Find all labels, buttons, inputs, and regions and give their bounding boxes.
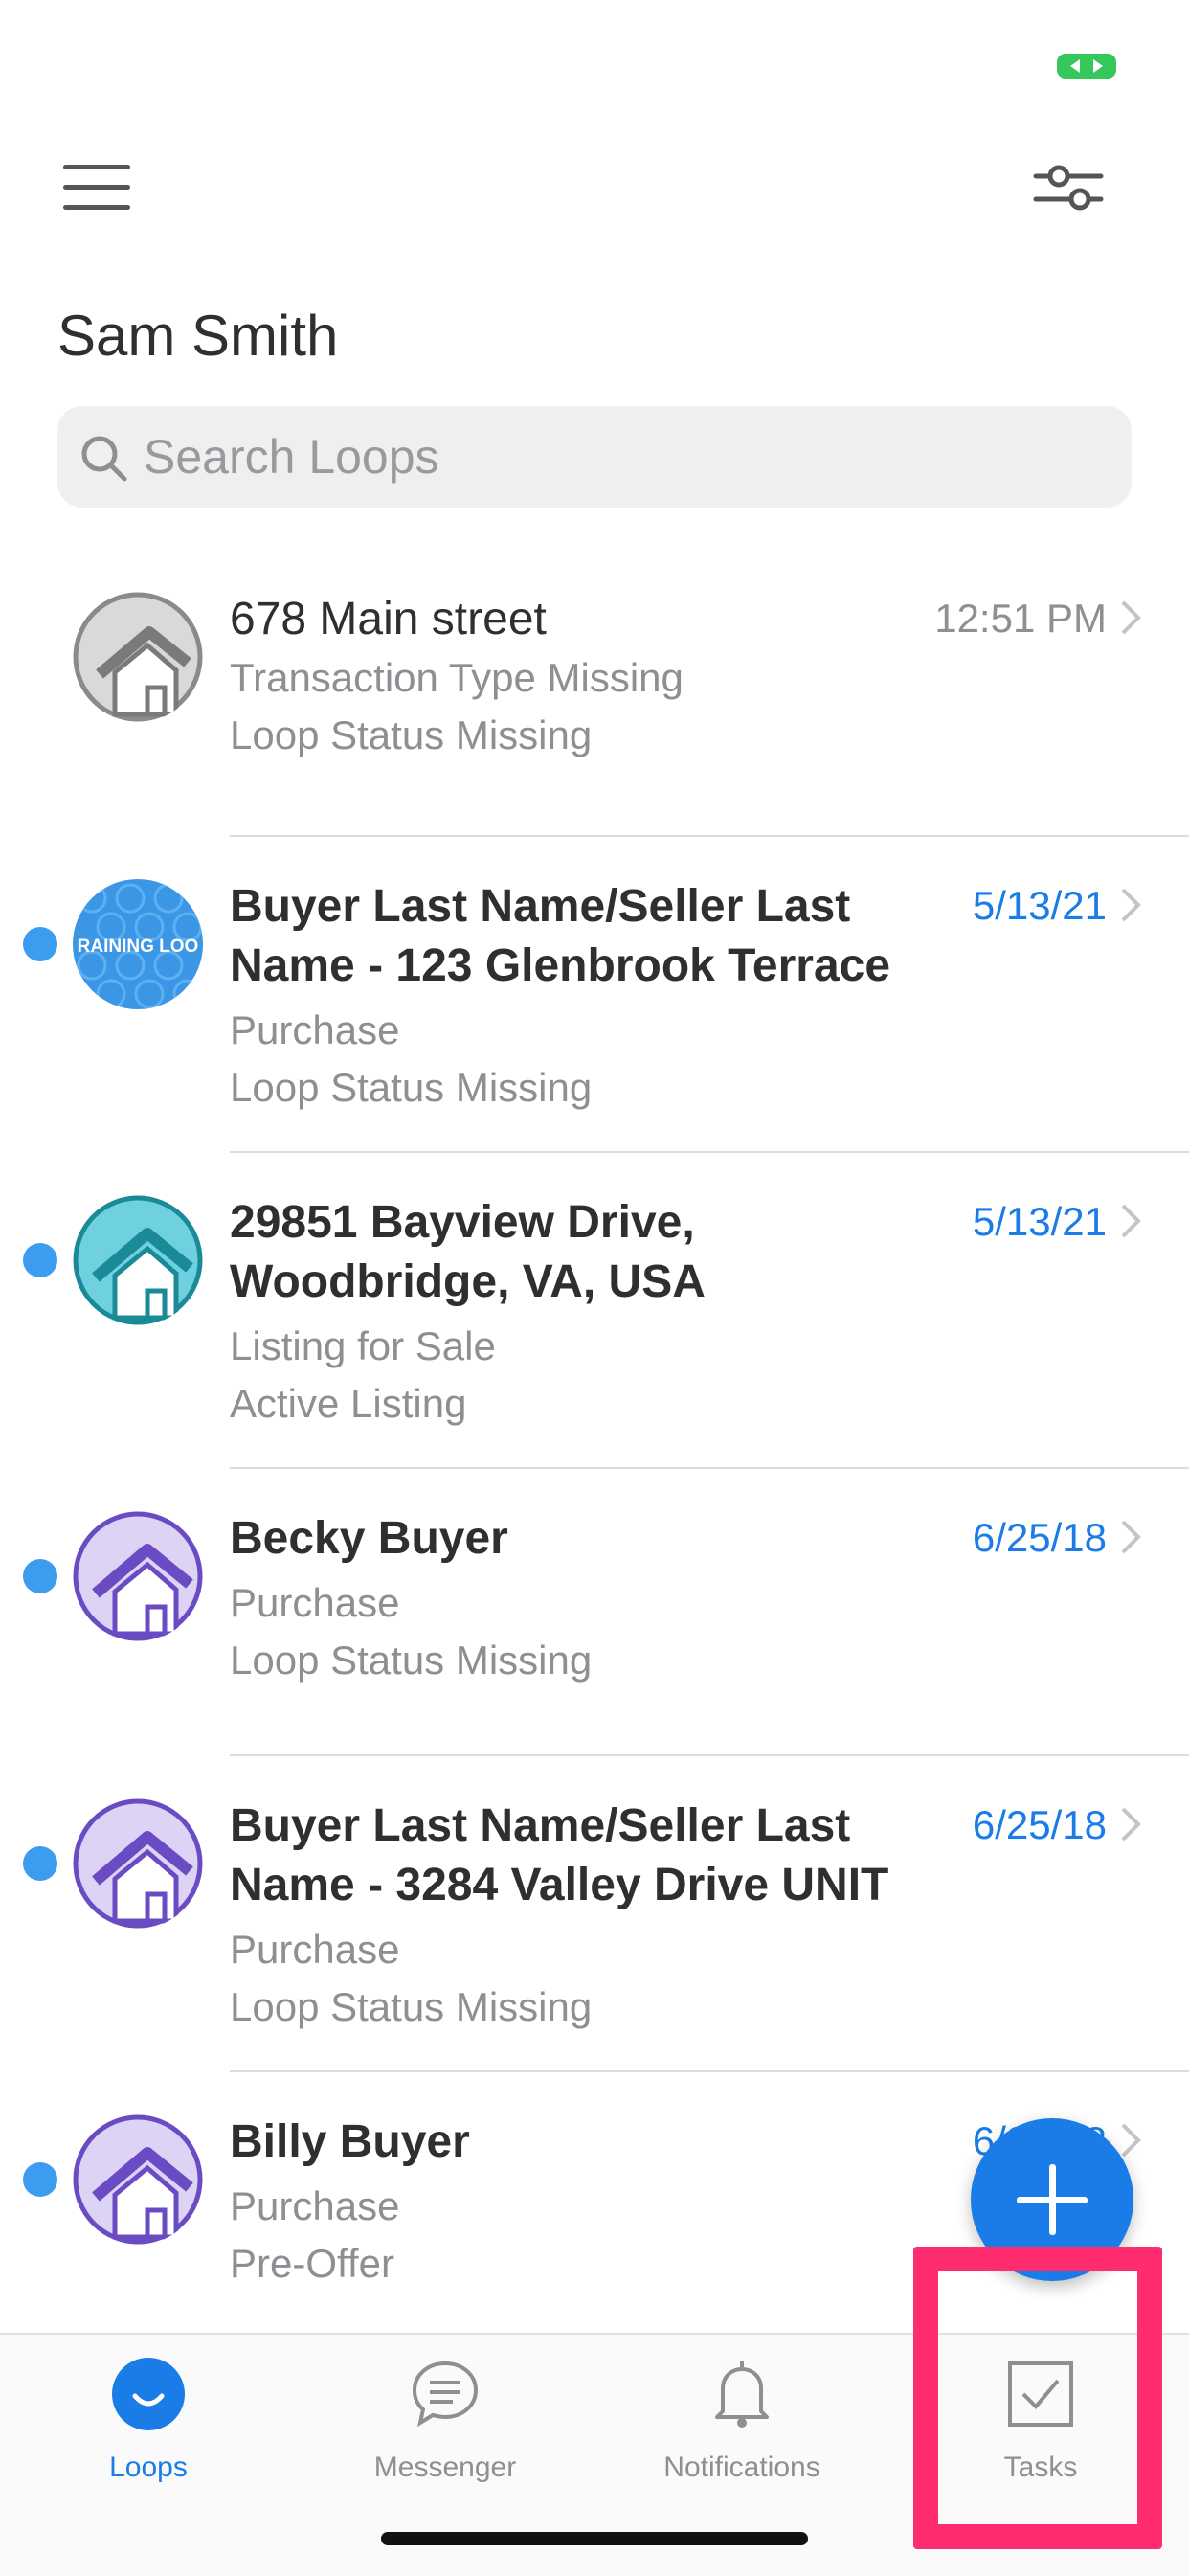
bell-icon xyxy=(715,2361,769,2428)
training-loop-badge: RAINING LOO xyxy=(73,879,203,1009)
unread-dot xyxy=(23,1559,57,1593)
loop-title: Buyer Last Name/Seller Last Name - 3284 … xyxy=(230,1800,889,1910)
loop-transaction-type: Purchase xyxy=(230,1007,400,1052)
loop-date: 6/25/18 xyxy=(972,1802,1107,1847)
loop-transaction-type: Purchase xyxy=(230,1580,400,1625)
loop-transaction-type: Purchase xyxy=(230,1927,400,1972)
purple-house-icon xyxy=(73,2114,203,2245)
highlight-box xyxy=(913,2247,1162,2549)
divider xyxy=(230,1754,1189,1756)
loops-icon xyxy=(112,2358,185,2430)
user-name: Sam Smith xyxy=(57,304,339,368)
loop-list-item[interactable]: RAINING LOO Buyer Last Name/Seller Last … xyxy=(0,862,1189,1149)
loop-date: 5/13/21 xyxy=(972,1199,1107,1244)
unread-dot xyxy=(23,1243,57,1277)
loop-date: 5/13/21 xyxy=(972,883,1107,928)
search-icon xyxy=(81,436,127,482)
chevron-right-icon xyxy=(1121,1204,1141,1238)
loop-status: Loop Status Missing xyxy=(230,712,593,757)
gray-house-icon xyxy=(73,592,203,722)
tab-messenger[interactable]: Messenger xyxy=(297,2335,594,2526)
loop-title: Billy Buyer xyxy=(230,2116,470,2167)
chevron-right-icon xyxy=(1121,600,1141,635)
unread-dot xyxy=(23,927,57,961)
purple-house-icon xyxy=(73,1798,203,1929)
purple-house-icon xyxy=(73,1511,203,1641)
status-indicator xyxy=(1057,54,1116,79)
chevron-right-icon xyxy=(1121,1520,1141,1554)
menu-button[interactable] xyxy=(54,155,138,218)
divider xyxy=(230,835,1189,837)
tab-label: Messenger xyxy=(373,2452,517,2483)
loop-title: 29851 Bayview Drive, Woodbridge, VA, USA xyxy=(230,1197,706,1307)
search-bar[interactable] xyxy=(57,406,1132,508)
loop-list-item[interactable]: Becky Buyer Purchase Loop Status Missing… xyxy=(0,1494,1189,1752)
loop-title: 678 Main street xyxy=(230,594,547,644)
teal-house-icon xyxy=(73,1195,203,1325)
divider xyxy=(230,2070,1189,2072)
loop-title: Buyer Last Name/Seller Last Name - 123 G… xyxy=(230,881,891,991)
loop-status: Loop Status Missing xyxy=(230,1984,593,2029)
tab-loops[interactable]: Loops xyxy=(0,2335,297,2526)
divider xyxy=(230,1467,1189,1469)
loop-status: Loop Status Missing xyxy=(230,1065,593,1110)
sliders-icon xyxy=(1033,165,1104,211)
loop-status: Loop Status Missing xyxy=(230,1638,593,1683)
search-input[interactable] xyxy=(144,406,1101,508)
unread-dot xyxy=(23,2162,57,2197)
messenger-icon xyxy=(412,2361,479,2428)
loop-transaction-type: Transaction Type Missing xyxy=(230,655,684,700)
loop-list-item[interactable]: Buyer Last Name/Seller Last Name - 3284 … xyxy=(0,1781,1189,2068)
loop-status: Active Listing xyxy=(230,1381,467,1426)
loop-list-item[interactable]: 29851 Bayview Drive, Woodbridge, VA, USA… xyxy=(0,1178,1189,1465)
loop-transaction-type: Purchase xyxy=(230,2183,400,2228)
home-indicator xyxy=(381,2532,808,2545)
filter-button[interactable] xyxy=(1030,159,1107,216)
tab-notifications[interactable]: Notifications xyxy=(594,2335,890,2526)
loop-date: 12:51 PM xyxy=(934,596,1107,641)
training-loop-text: RAINING LOO xyxy=(78,937,199,957)
divider xyxy=(230,1151,1189,1153)
unread-dot xyxy=(23,1846,57,1881)
loop-title: Becky Buyer xyxy=(230,1513,508,1564)
loop-status: Pre-Offer xyxy=(230,2241,394,2286)
tab-label: Notifications xyxy=(663,2452,820,2483)
tab-label: Loops xyxy=(109,2452,188,2483)
chevron-right-icon xyxy=(1121,1807,1141,1842)
chevron-right-icon xyxy=(1121,888,1141,922)
loop-list-item[interactable]: 678 Main street Transaction Type Missing… xyxy=(0,575,1189,843)
chevron-right-icon xyxy=(1121,2123,1141,2158)
loop-transaction-type: Listing for Sale xyxy=(230,1323,496,1368)
loop-date: 6/25/18 xyxy=(972,1515,1107,1560)
